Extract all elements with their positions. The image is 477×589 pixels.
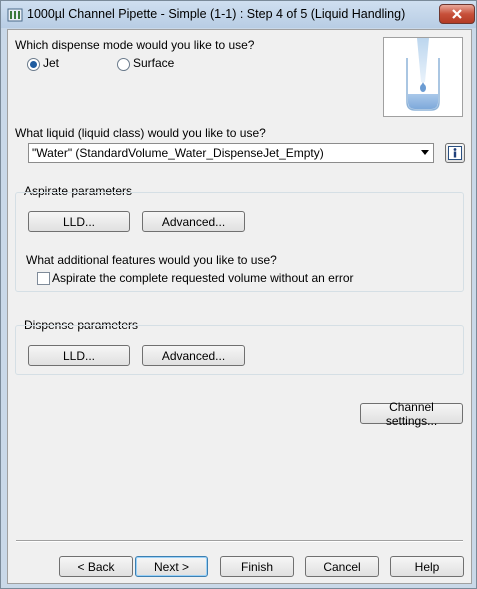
help-button[interactable]: Help: [390, 556, 464, 577]
dispense-advanced-button[interactable]: Advanced...: [142, 345, 245, 366]
title-bar[interactable]: 1000µl Channel Pipette - Simple (1-1) : …: [1, 1, 476, 28]
aspirate-complete-volume-label[interactable]: Aspirate the complete requested volume w…: [52, 271, 354, 285]
footer-separator: [16, 540, 463, 542]
info-icon: [448, 146, 462, 160]
dispense-preview-image: [383, 37, 463, 117]
aspirate-complete-volume-checkbox[interactable]: [37, 272, 50, 285]
dispense-lld-button[interactable]: LLD...: [28, 345, 130, 366]
back-button[interactable]: < Back: [59, 556, 133, 577]
liquid-class-question: What liquid (liquid class) would you lik…: [15, 126, 266, 140]
liquid-class-info-button[interactable]: [445, 143, 465, 163]
channel-settings-button[interactable]: Channel settings...: [360, 400, 463, 428]
pipette-tip-illustration: [406, 38, 440, 111]
radio-surface-label[interactable]: Surface: [133, 56, 174, 70]
liquid-class-value: "Water" (StandardVolume_Water_DispenseJe…: [32, 146, 324, 160]
dispense-mode-question: Which dispense mode would you like to us…: [15, 38, 255, 52]
pipette-app-icon: [7, 8, 23, 22]
radio-selected-dot: [30, 61, 37, 68]
radio-jet-circle[interactable]: [27, 58, 40, 71]
close-button[interactable]: [439, 4, 475, 24]
cancel-button[interactable]: Cancel: [305, 556, 379, 577]
aspirate-advanced-button[interactable]: Advanced...: [142, 211, 245, 232]
chevron-down-icon[interactable]: [421, 150, 429, 155]
additional-features-question: What additional features would you like …: [26, 253, 277, 267]
finish-button[interactable]: Finish: [220, 556, 294, 577]
next-button[interactable]: Next >: [135, 556, 208, 577]
radio-jet-label[interactable]: Jet: [43, 56, 59, 70]
close-icon: [452, 9, 462, 19]
liquid-class-dropdown[interactable]: "Water" (StandardVolume_Water_DispenseJe…: [28, 143, 434, 163]
wizard-window: 1000µl Channel Pipette - Simple (1-1) : …: [0, 0, 477, 589]
dialog-body: Which dispense mode would you like to us…: [7, 29, 472, 584]
window-title: 1000µl Channel Pipette - Simple (1-1) : …: [27, 7, 406, 21]
radio-surface-circle[interactable]: [117, 58, 130, 71]
aspirate-lld-button[interactable]: LLD...: [28, 211, 130, 232]
